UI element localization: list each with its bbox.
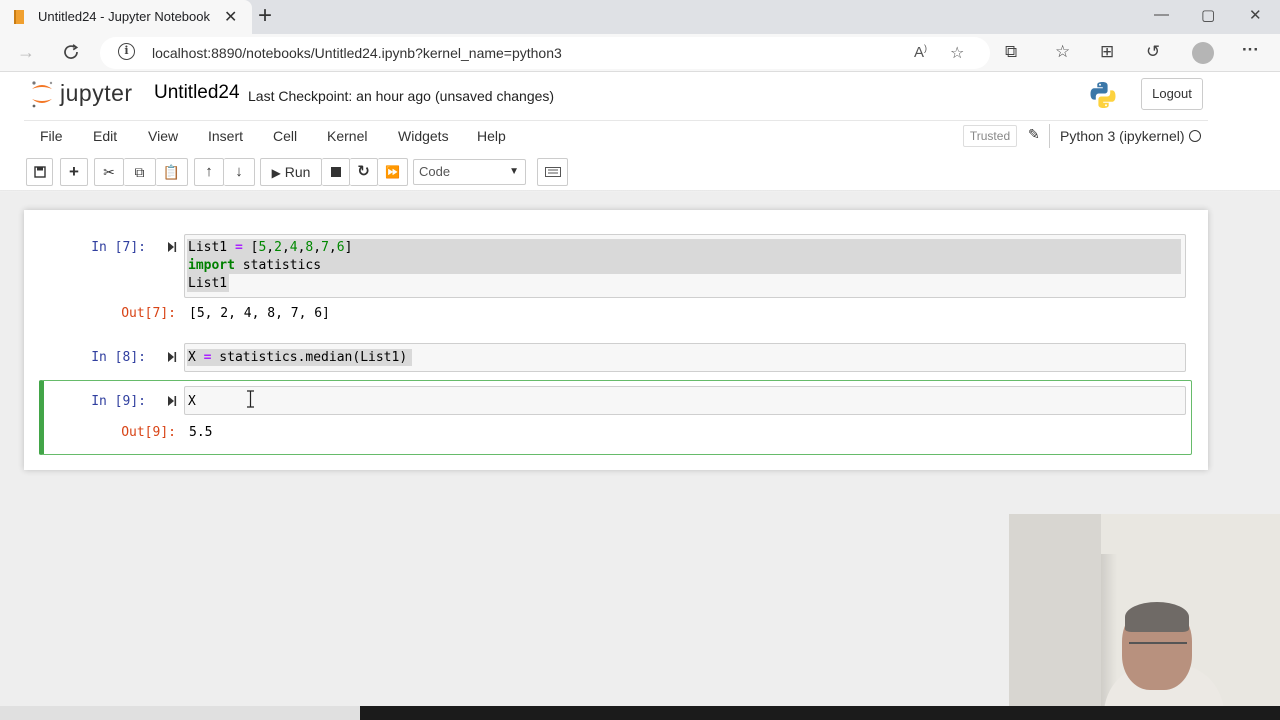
move-down-button[interactable]: ↓ (224, 158, 255, 186)
checkpoint-status: Last Checkpoint: an hour ago (248, 88, 431, 104)
output-prompt: Out[9]: (121, 425, 176, 440)
restart-icon: ↻ (357, 163, 370, 180)
kernel-name[interactable]: Python 3 (ipykernel) (1060, 128, 1185, 144)
taskbar-strip-light (0, 706, 360, 720)
menu-file[interactable]: File (40, 128, 63, 144)
menu-edit[interactable]: Edit (93, 128, 117, 144)
run-cell-icon[interactable] (167, 241, 177, 253)
code-input[interactable] (184, 386, 1186, 415)
code-line: List1 = [5,2,4,8,7,6] (188, 240, 353, 255)
profile-avatar[interactable] (1192, 42, 1214, 64)
new-tab-icon[interactable]: + (258, 3, 272, 29)
address-bar-row: → i localhost:8890/notebooks/Untitled24.… (0, 34, 1280, 72)
paste-button[interactable]: 📋 (156, 158, 188, 186)
url-field[interactable]: i localhost:8890/notebooks/Untitled24.ip… (100, 37, 990, 69)
url-text: localhost:8890/notebooks/Untitled24.ipyn… (152, 45, 562, 61)
notebook-name[interactable]: Untitled24 (154, 82, 240, 104)
webcam-person-glasses (1129, 642, 1187, 654)
jupyter-logo-icon[interactable] (30, 79, 54, 109)
cut-button[interactable]: ✂ (94, 158, 124, 186)
command-palette-button[interactable] (537, 158, 568, 186)
favorites-icon[interactable]: ☆ (1055, 42, 1070, 62)
code-line: X (188, 394, 196, 409)
fast-forward-icon: ⏩ (385, 165, 400, 179)
extensions-icon[interactable]: ⧉ (1005, 42, 1017, 62)
restart-button[interactable]: ↻ (350, 158, 378, 186)
chevron-down-icon: ▼ (509, 166, 519, 177)
cell-type-value: Code (419, 164, 451, 179)
code-line: X = statistics.median(List1) (188, 350, 408, 365)
arrow-down-icon: ↓ (235, 163, 243, 180)
kernel-divider (1049, 124, 1050, 148)
arrow-up-icon: ↑ (205, 163, 213, 180)
scissors-icon: ✂ (103, 164, 115, 180)
move-up-button[interactable]: ↑ (194, 158, 224, 186)
play-icon: ▶ (271, 166, 281, 180)
stop-icon (330, 167, 341, 177)
run-cell-icon[interactable] (167, 351, 177, 363)
copy-button[interactable]: ⧉ (124, 158, 156, 186)
copy-icon: ⧉ (134, 164, 145, 180)
code-line: List1 (188, 276, 228, 291)
cell-output: [5, 2, 4, 8, 7, 6] (189, 306, 330, 321)
unsaved-indicator: (unsaved changes) (435, 88, 555, 104)
run-button[interactable]: ▶ Run (260, 158, 322, 186)
edit-pencil-icon[interactable]: ✎ (1028, 126, 1040, 143)
input-prompt: In [7]: (91, 240, 146, 255)
webcam-overlay (1009, 514, 1280, 712)
more-menu-icon[interactable]: ··· (1242, 40, 1259, 60)
history-icon[interactable]: ↺ (1146, 42, 1160, 62)
run-cell-icon[interactable] (167, 395, 177, 407)
read-aloud-icon[interactable]: A) (914, 43, 927, 61)
menu-insert[interactable]: Insert (208, 128, 243, 144)
keyboard-icon (544, 167, 561, 177)
site-info-icon[interactable]: i (118, 43, 135, 60)
python-logo-icon (1090, 82, 1116, 108)
window-close-icon[interactable]: ✕ (1249, 6, 1262, 24)
run-label: Run (284, 164, 311, 180)
insert-cell-button[interactable]: + (60, 158, 88, 186)
favorite-star-icon[interactable]: ☆ (950, 43, 964, 63)
cell-type-select[interactable]: Code ▼ (413, 159, 526, 185)
tab-title: Untitled24 - Jupyter Notebook (38, 9, 210, 24)
logout-button[interactable]: Logout (1141, 78, 1203, 110)
collections-icon[interactable]: ⊞ (1100, 42, 1114, 62)
save-icon (33, 166, 46, 178)
paste-icon: 📋 (162, 164, 181, 180)
browser-tab-strip: Untitled24 - Jupyter Notebook ✕ + — ▢ ✕ (0, 0, 1280, 34)
notebook-favicon-icon (14, 10, 24, 24)
menu-view[interactable]: View (148, 128, 178, 144)
interrupt-button[interactable] (322, 158, 350, 186)
jupyter-logo-text[interactable]: jupyter (60, 80, 133, 107)
maximize-icon[interactable]: ▢ (1201, 6, 1215, 24)
menu-widgets[interactable]: Widgets (398, 128, 449, 144)
code-line: import statistics (188, 258, 322, 273)
menu-kernel[interactable]: Kernel (327, 128, 367, 144)
save-button[interactable] (26, 158, 53, 186)
reload-icon[interactable] (62, 43, 80, 61)
output-prompt: Out[7]: (121, 306, 176, 321)
input-prompt: In [9]: (91, 394, 146, 409)
input-prompt: In [8]: (91, 350, 146, 365)
restart-run-all-button[interactable]: ⏩ (378, 158, 408, 186)
menu-help[interactable]: Help (477, 128, 506, 144)
cell-output: 5.5 (189, 425, 213, 440)
forward-arrow-icon[interactable]: → (17, 42, 35, 63)
webcam-person-hair (1125, 602, 1189, 632)
menu-cell[interactable]: Cell (273, 128, 297, 144)
browser-tab[interactable]: Untitled24 - Jupyter Notebook ✕ (0, 0, 252, 34)
webcam-wall (1009, 514, 1101, 712)
trusted-badge[interactable]: Trusted (963, 125, 1017, 147)
tab-close-icon[interactable]: ✕ (224, 7, 237, 27)
text-cursor-icon (247, 390, 254, 408)
kernel-idle-icon (1189, 130, 1201, 142)
plus-icon: + (69, 162, 79, 181)
minimize-icon[interactable]: — (1154, 6, 1169, 23)
